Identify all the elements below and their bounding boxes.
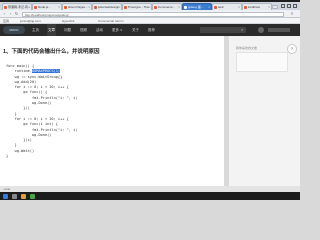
minimize-button[interactable] (281, 4, 285, 8)
sidebar-title: 猜你喜欢的文章 (236, 46, 258, 50)
bookmark-item[interactable]: junius@qq.com (20, 19, 41, 23)
maximize-button[interactable] (287, 4, 291, 8)
nav-item[interactable]: 视频 (80, 24, 87, 36)
favicon-icon (34, 5, 37, 9)
favicon-icon (244, 5, 247, 9)
code-line: wg.Done() (6, 132, 52, 137)
address-bar: ‹ › ↻ http://localhost/programs/golang/ … (0, 10, 300, 18)
os-taskbar (0, 192, 300, 200)
browser-tab[interactable]: Commerce... × (152, 3, 182, 10)
site-search-input[interactable] (200, 27, 246, 33)
browser-tab[interactable]: web × (212, 3, 242, 10)
bookmark-item[interactable]: Commercial reform (98, 19, 124, 23)
sidebar-card (236, 52, 288, 72)
code-line: wg := sync.WaitGroup{} (6, 74, 63, 79)
code-block: func main() { runtime.GOMAXPROCS(1) wg :… (6, 64, 77, 159)
code-highlight: GOMAXPROCS(1) (31, 69, 61, 74)
bookmark-item[interactable]: 应用 (3, 19, 9, 23)
browser-tab[interactable]: juliucwebdesign... × (92, 3, 122, 10)
code-line: fmt.Println("i: ", i) (6, 95, 78, 100)
question-heading: 1、下面的代码会输出什么，并说明原因 (3, 49, 100, 55)
favicon-icon (64, 5, 67, 9)
code-line: go func() { (6, 90, 48, 95)
nav-item[interactable]: 关于 (132, 24, 139, 36)
browser-tab[interactable]: Prototype - The... × (122, 3, 152, 10)
menu-icon[interactable]: ≡ (289, 11, 295, 16)
code-line: runtime. (6, 69, 32, 74)
code-line: fmt.Println("i: ", i) (6, 127, 78, 132)
nav-item-active[interactable]: 文章 (47, 24, 56, 36)
nav-item[interactable]: 推荐 (148, 24, 155, 36)
browser-tab[interactable]: localhost × (242, 3, 272, 10)
site-logo[interactable]: MOOC (3, 26, 25, 34)
taskbar-app-icon[interactable] (21, 193, 26, 199)
search-icon[interactable]: ⌕ (241, 27, 246, 33)
code-line: }(i) (6, 138, 32, 143)
avatar[interactable] (258, 27, 264, 33)
code-line: } (6, 154, 9, 159)
browser-tab-strip: 慕课网-手记-有... × Node.js... × slicen Pages...… (0, 2, 300, 10)
favicon-icon (94, 5, 97, 9)
nav-item-more[interactable]: 更多 ∨ (112, 24, 123, 36)
code-line: wg.Done() (6, 101, 52, 106)
start-icon[interactable] (3, 193, 8, 199)
taskbar-app-icon[interactable] (12, 193, 17, 199)
nav-item[interactable]: 活动 (96, 24, 103, 36)
code-line: } (6, 143, 17, 148)
nav-item[interactable]: 问题 (64, 24, 71, 36)
site-navbar: MOOC 主页 文章 问题 视频 活动 更多 ∨ 关于 推荐 ⌕ (0, 24, 300, 36)
close-window-button[interactable] (293, 4, 297, 8)
new-tab-button[interactable] (272, 5, 278, 9)
code-line: }() (6, 106, 30, 111)
taskbar-app-icon[interactable] (30, 193, 35, 199)
favicon-icon (154, 5, 157, 9)
favicon-icon (184, 5, 187, 9)
code-line: for i := 0; i < 10; i++ { (6, 85, 69, 90)
favicon-icon (124, 5, 127, 9)
code-line: } (6, 111, 17, 116)
browser-tab-active[interactable]: golang 面... × (182, 3, 212, 10)
bookmark-item[interactable]: Hyperlink (62, 19, 75, 23)
browser-tab[interactable]: 慕课网-手记-有... × (2, 3, 32, 10)
code-line: go func(i int) { (6, 122, 58, 127)
nav-item[interactable]: 主页 (32, 24, 39, 36)
code-line: func main() { (6, 64, 35, 68)
code-line: wg.Add(20) (6, 79, 37, 84)
reload-icon[interactable]: ↻ (14, 11, 19, 16)
chevron-right-icon[interactable]: › (287, 44, 297, 54)
url-input[interactable]: http://localhost/programs/golang/ (22, 11, 284, 17)
code-line: for i := 0; i < 10; i++ { (6, 116, 69, 121)
favicon-icon (4, 5, 7, 9)
user-menu[interactable] (268, 28, 290, 32)
forward-arrow-icon[interactable]: › (8, 11, 13, 16)
favicon-icon (214, 5, 217, 9)
browser-tab[interactable]: slicen Pages... × (62, 3, 92, 10)
back-arrow-icon[interactable]: ‹ (2, 11, 7, 16)
code-line: wg.Wait() (6, 148, 35, 153)
browser-tab[interactable]: Node.js... × (32, 3, 62, 10)
